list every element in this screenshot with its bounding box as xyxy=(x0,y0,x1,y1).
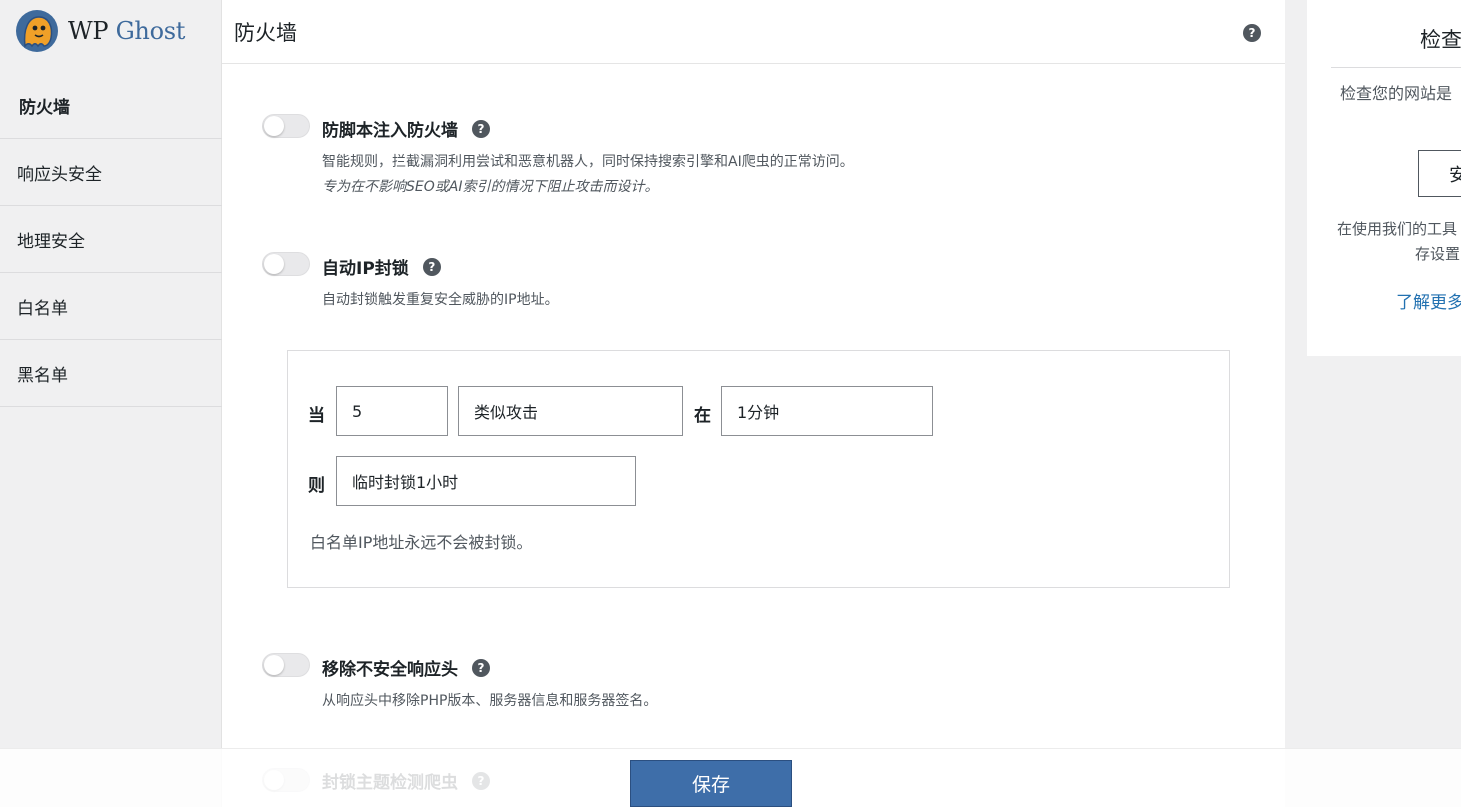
time-period-select[interactable]: 1分钟 xyxy=(721,386,933,436)
block-theme-detectors-toggle[interactable] xyxy=(262,768,310,792)
option-title-text: 封锁主题检测爬虫 xyxy=(322,773,458,793)
option-title: 防脚本注入防火墙 ? xyxy=(322,116,490,141)
right-panel: 检查 检查您的网站是 安 在使用我们的工具 存设置 了解更多 xyxy=(1307,0,1461,356)
auto-ip-block-toggle[interactable] xyxy=(262,252,310,276)
option-title: 自动IP封锁 ? xyxy=(322,254,441,279)
ghost-logo-icon xyxy=(16,10,58,52)
script-injection-firewall-toggle[interactable] xyxy=(262,114,310,138)
remove-unsafe-headers-toggle[interactable] xyxy=(262,653,310,677)
ip-block-rule-box: 当 5 类似攻击 在 1分钟 则 临时封锁1小时 白名单IP地址永远不会被封锁。 xyxy=(287,350,1230,588)
sidebar-item-whitelist[interactable]: 白名单 xyxy=(0,273,222,340)
right-panel-text: 检查您的网站是 xyxy=(1340,84,1453,103)
help-icon[interactable]: ? xyxy=(472,658,490,677)
main-panel: 防火墙 ? 防脚本注入防火墙 ? 智能规则，拦截漏洞利用尝试和恶意机器人，同时保… xyxy=(222,0,1285,807)
brand-name: WP Ghost xyxy=(68,17,185,45)
option-title-text: 移除不安全响应头 xyxy=(322,660,458,680)
help-icon[interactable]: ? xyxy=(472,119,490,138)
attack-type-select[interactable]: 类似攻击 xyxy=(458,386,683,436)
sidebar: WP Ghost 防火墙 响应头安全 地理安全 白名单 黑名单 xyxy=(0,0,222,807)
attempt-count-input[interactable]: 5 xyxy=(336,386,448,436)
option-description: 从响应头中移除PHP版本、服务器信息和服务器签名。 xyxy=(322,693,658,709)
rule-when-label: 当 xyxy=(308,406,325,426)
rule-in-label: 在 xyxy=(694,406,711,426)
help-icon[interactable]: ? xyxy=(1243,24,1261,42)
sidebar-item-geo-security[interactable]: 地理安全 xyxy=(0,206,222,273)
block-action-select[interactable]: 临时封锁1小时 xyxy=(336,456,636,506)
sidebar-item-header-security[interactable]: 响应头安全 xyxy=(0,139,222,206)
sidebar-item-firewall[interactable]: 防火墙 xyxy=(0,72,222,139)
page-header: 防火墙 ? xyxy=(222,0,1285,64)
right-panel-title: 检查 xyxy=(1420,28,1461,52)
option-title-text: 自动IP封锁 xyxy=(322,259,409,279)
option-description-italic: 专为在不影响SEO或AI索引的情况下阻止攻击而设计。 xyxy=(322,179,659,195)
option-title: 移除不安全响应头 ? xyxy=(322,655,490,680)
option-title: 封锁主题检测爬虫 ? xyxy=(322,768,490,793)
help-icon[interactable]: ? xyxy=(422,257,441,276)
option-description: 智能规则，拦截漏洞利用尝试和恶意机器人，同时保持搜索引擎和AI爬虫的正常访问。 xyxy=(322,154,854,170)
right-panel-text: 存设置 xyxy=(1415,245,1461,263)
divider xyxy=(1331,67,1461,68)
brand-logo[interactable]: WP Ghost xyxy=(14,8,185,54)
brand-name-suffix: Ghost xyxy=(115,17,186,45)
help-icon[interactable]: ? xyxy=(472,771,490,790)
page-title: 防火墙 xyxy=(234,20,297,45)
right-panel-text: 在使用我们的工具 xyxy=(1337,220,1458,238)
option-title-text: 防脚本注入防火墙 xyxy=(322,121,458,141)
rule-then-label: 则 xyxy=(308,476,325,496)
sidebar-item-blacklist[interactable]: 黑名单 xyxy=(0,340,222,407)
sidebar-nav: 防火墙 响应头安全 地理安全 白名单 黑名单 xyxy=(0,72,222,407)
learn-more-link[interactable]: 了解更多 xyxy=(1396,288,1461,313)
right-panel-button[interactable]: 安 xyxy=(1418,150,1461,197)
option-description: 自动封锁触发重复安全威胁的IP地址。 xyxy=(322,292,559,308)
save-button[interactable]: 保存 xyxy=(630,760,792,807)
brand-name-prefix: WP xyxy=(68,17,109,45)
whitelist-note: 白名单IP地址永远不会被封锁。 xyxy=(310,533,533,552)
